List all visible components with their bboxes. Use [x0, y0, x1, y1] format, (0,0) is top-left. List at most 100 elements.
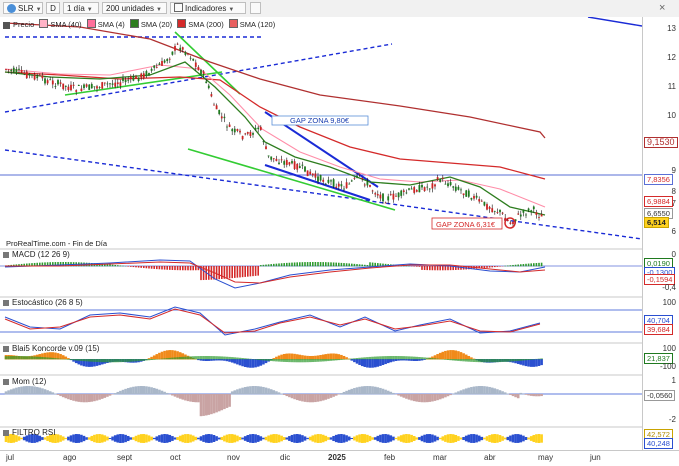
- blai5-green-bar: [369, 357, 372, 359]
- mom-bar: [387, 391, 390, 395]
- candle-body: [442, 178, 444, 179]
- blai5-green-bar: [286, 359, 289, 362]
- blai5-title: Blai5 Koncorde v.09 (15): [3, 344, 99, 354]
- units-selector[interactable]: 200 unidades▼: [102, 2, 167, 14]
- candle-body: [166, 59, 168, 61]
- candle-body: [278, 163, 280, 164]
- mom-bar: [65, 394, 68, 398]
- mom-bar: [332, 394, 335, 397]
- candle-body: [26, 72, 28, 79]
- blai5-green-bar: [486, 359, 489, 362]
- candle-body: [42, 75, 44, 78]
- x-label-may: may: [538, 453, 553, 462]
- chart-canvas[interactable]: GAP ZONA 9,80€ GAP ZONA 6,31€ ProRealTim…: [0, 17, 642, 450]
- mom-bar: [202, 394, 205, 416]
- candle-body: [361, 178, 363, 179]
- macd-bar: [296, 262, 298, 266]
- close-icon[interactable]: ×: [659, 2, 665, 14]
- filtro-bar: [527, 438, 530, 440]
- candle-body: [8, 69, 10, 70]
- mom-bar: [374, 387, 377, 395]
- filtro-bar: [127, 436, 130, 441]
- mom-bar: [486, 386, 489, 394]
- blai5-green-bar: [205, 356, 208, 359]
- blai5-green-bar: [98, 359, 101, 362]
- d-button[interactable]: D: [46, 2, 60, 14]
- symbol-selector[interactable]: SLR▼: [3, 2, 43, 14]
- filtro-bar: [296, 434, 299, 443]
- candle-body: [364, 185, 366, 186]
- mom-bar: [351, 389, 354, 394]
- time-axis[interactable]: jul ago sept oct nov dic 2025 feb mar ab…: [0, 450, 679, 466]
- mom-bar: [442, 394, 445, 398]
- mom-bar: [286, 394, 289, 396]
- filtro-bar: [449, 434, 452, 443]
- filtro-bar: [65, 438, 68, 439]
- filtro-bar: [213, 435, 216, 442]
- mom-bar: [70, 394, 73, 400]
- blai5-bar: [366, 359, 369, 368]
- y-tick-10: 10: [667, 111, 676, 120]
- filtro-bar: [195, 437, 198, 440]
- blai5-bar: [301, 355, 304, 359]
- eye-icon[interactable]: [3, 22, 10, 29]
- mom-bar: [335, 394, 338, 396]
- legend-sma4: SMA (4): [98, 20, 125, 29]
- filtro-bar: [423, 435, 426, 443]
- macd-bar: [320, 262, 322, 266]
- blai5-bar: [247, 359, 250, 367]
- macd-bar: [348, 263, 350, 266]
- mom-bar: [265, 388, 268, 395]
- mom-bar: [13, 388, 16, 394]
- price-axis[interactable]: 13 12 11 10 9,1530 9 7,8356 8 7 6,9884 6…: [642, 17, 679, 450]
- filtro-bar: [75, 434, 78, 443]
- mom-bar: [195, 394, 198, 402]
- mom-bar: [226, 394, 229, 408]
- mom-bar: [481, 386, 484, 394]
- period-selector[interactable]: 1 día▼: [63, 2, 99, 14]
- blai5-green-bar: [114, 359, 117, 362]
- macd-bar: [159, 266, 161, 269]
- candle-body: [359, 174, 361, 175]
- blai5-green-bar: [153, 359, 156, 360]
- pencil-icon[interactable]: [250, 2, 261, 14]
- blai5-bar: [309, 356, 312, 360]
- blai5-green-bar: [85, 359, 88, 361]
- blai5-green-bar: [171, 358, 174, 360]
- blai5-green-bar: [447, 359, 450, 360]
- filtro-bar: [169, 435, 172, 442]
- filtro-bar: [538, 434, 541, 443]
- filtro-bar: [356, 435, 359, 441]
- macd-bar: [356, 264, 358, 266]
- mom-bar: [62, 394, 65, 397]
- chevron-down-icon: ▼: [36, 7, 42, 13]
- panel-icon[interactable]: [3, 346, 9, 352]
- blai5-green-bar: [59, 359, 62, 360]
- macd-bar: [315, 262, 317, 266]
- filtro-bar: [358, 434, 361, 442]
- blai5-bar: [239, 359, 242, 365]
- panel-icon[interactable]: [3, 379, 9, 385]
- indicators-button[interactable]: Indicadores▼: [170, 2, 246, 14]
- mom-bar: [189, 394, 192, 402]
- blai5-bar: [369, 359, 372, 368]
- stoch-title: Estocástico (26 8 5): [3, 298, 83, 308]
- candle-body: [491, 208, 493, 212]
- candle-body: [109, 83, 111, 84]
- panel-icon[interactable]: [3, 252, 9, 258]
- candle-body: [385, 203, 387, 204]
- mom-bar: [475, 386, 478, 394]
- candle-body: [107, 84, 109, 85]
- blai5-green-bar: [312, 359, 315, 362]
- macd-bar: [187, 266, 189, 270]
- candle-body: [125, 80, 127, 82]
- legend-sma40: SMA (40): [50, 20, 81, 29]
- panel-icon[interactable]: [3, 430, 9, 436]
- mom-bar: [106, 394, 109, 397]
- filtro-bar: [62, 436, 65, 440]
- blai5-green-bar: [33, 356, 36, 359]
- panel-icon[interactable]: [3, 300, 9, 306]
- candle-body: [99, 87, 101, 88]
- filtro-bar: [202, 435, 205, 442]
- macd-bar: [247, 266, 249, 277]
